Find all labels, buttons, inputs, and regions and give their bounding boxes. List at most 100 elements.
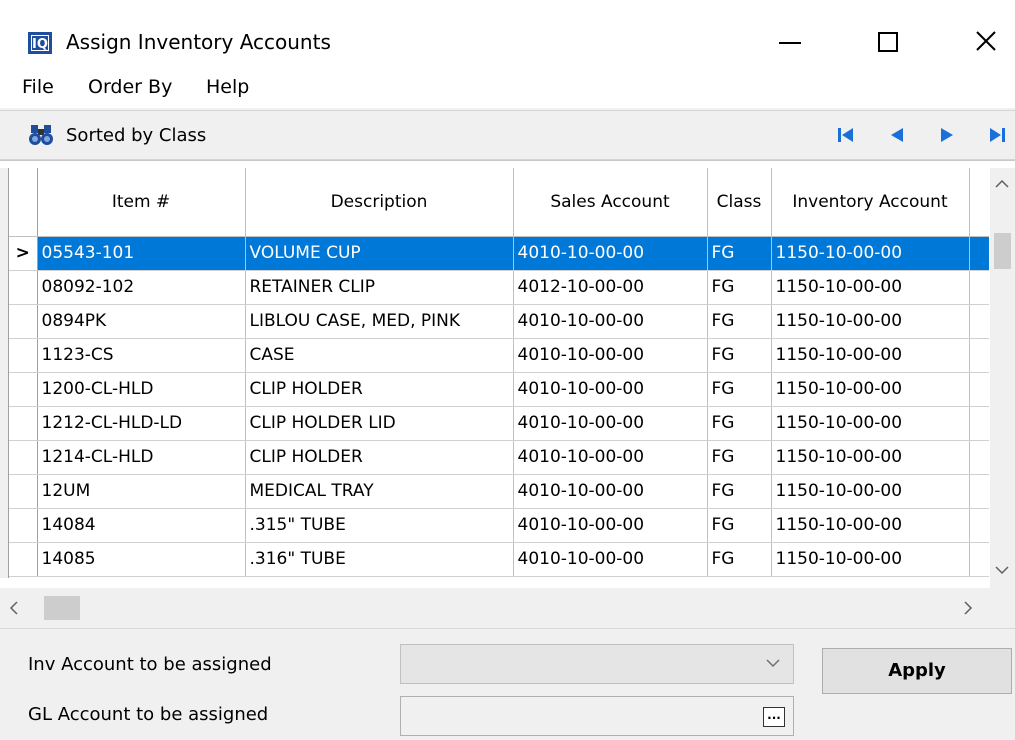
cell-inventory-account[interactable]: 1150-10-00-00 [771,338,970,373]
cell-item[interactable]: 14085 [37,542,246,577]
minimize-button[interactable] [760,16,820,68]
cell-class[interactable]: FG [707,372,772,407]
cell-item[interactable]: 08092-102 [37,270,246,305]
table-row[interactable]: 0894PK LIBLOU CASE, MED, PINK 4010-10-00-0… [9,304,989,339]
ellipsis-button[interactable]: ... [763,707,785,727]
row-indicator[interactable] [9,542,38,577]
cell-sales-account[interactable]: 4010-10-00-00 [513,440,708,475]
cell-description[interactable]: CASE [245,338,514,373]
cell-sales-account[interactable]: 4010-10-00-00 [513,338,708,373]
cell-class[interactable]: FG [707,474,772,509]
cell-description[interactable]: .315" TUBE [245,508,514,543]
cell-class[interactable]: FG [707,270,772,305]
table-row[interactable]: 08092-102 RETAINER CLIP 4012-10-00-00 FG 115… [9,270,989,305]
cell-sales-account[interactable]: 4010-10-00-00 [513,474,708,509]
row-indicator[interactable] [9,440,38,475]
close-button[interactable] [956,16,1015,68]
row-indicator[interactable] [9,304,38,339]
cell-item[interactable]: 1123-CS [37,338,246,373]
col-header-description[interactable]: Description [245,168,514,237]
chevron-down-icon[interactable] [765,657,781,669]
cell-description[interactable]: .316" TUBE [245,542,514,577]
cell-sales-account[interactable]: 4010-10-00-00 [513,406,708,441]
cell-item[interactable]: 05543-101 [37,236,246,271]
cell-description[interactable]: CLIP HOLDER [245,372,514,407]
cell-sales-account[interactable]: 4012-10-00-00 [513,270,708,305]
cell-item[interactable]: 1212-CL-HLD-LD [37,406,246,441]
cell-class[interactable]: FG [707,440,772,475]
row-indicator[interactable] [9,508,38,543]
cell-inventory-account[interactable]: 1150-10-00-00 [771,270,970,305]
table-row[interactable]: 1212-CL-HLD-LD CLIP HOLDER LID 4010-10-00-… [9,406,989,441]
cell-inventory-account[interactable]: 1150-10-00-00 [771,508,970,543]
cell-inventory-account[interactable]: 1150-10-00-00 [771,406,970,441]
row-indicator[interactable] [9,372,38,407]
cell-class[interactable]: FG [707,406,772,441]
scroll-left-icon[interactable] [8,599,20,617]
col-header-item[interactable]: Item # [37,168,246,237]
cell-description[interactable]: MEDICAL TRAY [245,474,514,509]
horizontal-scroll-thumb[interactable] [44,596,80,620]
menu-file[interactable]: File [22,76,54,98]
table-row[interactable]: >05543-101 VOLUME CUP 4010-10-00-00 FG 1150-… [9,236,989,271]
cell-description[interactable]: CLIP HOLDER [245,440,514,475]
row-indicator[interactable] [9,338,38,373]
cell-description[interactable]: RETAINER CLIP [245,270,514,305]
cell-inventory-account[interactable]: 1150-10-00-00 [771,440,970,475]
row-indicator[interactable] [9,406,38,441]
cell-description[interactable]: LIBLOU CASE, MED, PINK [245,304,514,339]
cell-description[interactable]: CLIP HOLDER LID [245,406,514,441]
cell-inventory-account[interactable]: 1150-10-00-00 [771,304,970,339]
cell-sales-account[interactable]: 4010-10-00-00 [513,508,708,543]
scroll-down-icon[interactable] [993,564,1011,576]
table-row[interactable]: 14085.316" TUBE 4010-10-00-00 FG 1150-10-00… [9,542,989,577]
cell-item[interactable]: 14084 [37,508,246,543]
prior-record-icon[interactable] [888,127,906,143]
cell-inventory-account[interactable]: 1150-10-00-00 [771,474,970,509]
vertical-scroll-thumb[interactable] [994,233,1011,269]
cell-sales-account[interactable]: 4010-10-00-00 [513,372,708,407]
scroll-right-icon[interactable] [962,599,974,617]
inv-account-dropdown[interactable] [400,644,794,684]
col-header-class[interactable]: Class [707,168,772,237]
cell-item[interactable]: 12UM [37,474,246,509]
cell-class[interactable]: FG [707,508,772,543]
cell-class[interactable]: FG [707,542,772,577]
vertical-scrollbar[interactable] [990,168,1015,588]
cell-item[interactable]: 1200-CL-HLD [37,372,246,407]
binoculars-icon[interactable] [28,123,54,147]
window-title: Assign Inventory Accounts [66,30,331,54]
table-row[interactable]: 1214-CL-HLD CLIP HOLDER 4010-10-00-00 FG 115… [9,440,989,475]
cell-sales-account[interactable]: 4010-10-00-00 [513,542,708,577]
horizontal-scrollbar[interactable] [0,592,990,624]
row-indicator[interactable] [9,474,38,509]
row-indicator[interactable]: > [9,236,38,271]
cell-inventory-account[interactable]: 1150-10-00-00 [771,236,970,271]
col-header-inventory-account[interactable]: Inventory Account [771,168,970,237]
cell-description[interactable]: VOLUME CUP [245,236,514,271]
table-row[interactable]: 12UM MEDICAL TRAY 4010-10-00-00 FG 1150-10-0… [9,474,989,509]
last-record-icon[interactable] [988,127,1008,143]
cell-inventory-account[interactable]: 1150-10-00-00 [771,542,970,577]
table-row[interactable]: 14084.315" TUBE 4010-10-00-00 FG 1150-10-00… [9,508,989,543]
first-record-icon[interactable] [836,127,856,143]
menu-order-by[interactable]: Order By [88,76,172,98]
cell-class[interactable]: FG [707,236,772,271]
cell-sales-account[interactable]: 4010-10-00-00 [513,236,708,271]
col-header-sales-account[interactable]: Sales Account [513,168,708,237]
cell-class[interactable]: FG [707,338,772,373]
scroll-up-icon[interactable] [993,178,1011,190]
apply-button[interactable]: Apply [822,648,1012,694]
table-row[interactable]: 1123-CS CASE 4010-10-00-00 FG 1150-10-00-00 [9,338,989,373]
cell-class[interactable]: FG [707,304,772,339]
cell-inventory-account[interactable]: 1150-10-00-00 [771,372,970,407]
cell-item[interactable]: 0894PK [37,304,246,339]
next-record-icon[interactable] [938,127,956,143]
cell-sales-account[interactable]: 4010-10-00-00 [513,304,708,339]
table-row[interactable]: 1200-CL-HLD CLIP HOLDER 4010-10-00-00 FG 115… [9,372,989,407]
maximize-button[interactable] [858,16,918,68]
menu-help[interactable]: Help [206,76,249,98]
cell-item[interactable]: 1214-CL-HLD [37,440,246,475]
row-indicator[interactable] [9,270,38,305]
gl-account-field[interactable]: ... [400,696,794,736]
